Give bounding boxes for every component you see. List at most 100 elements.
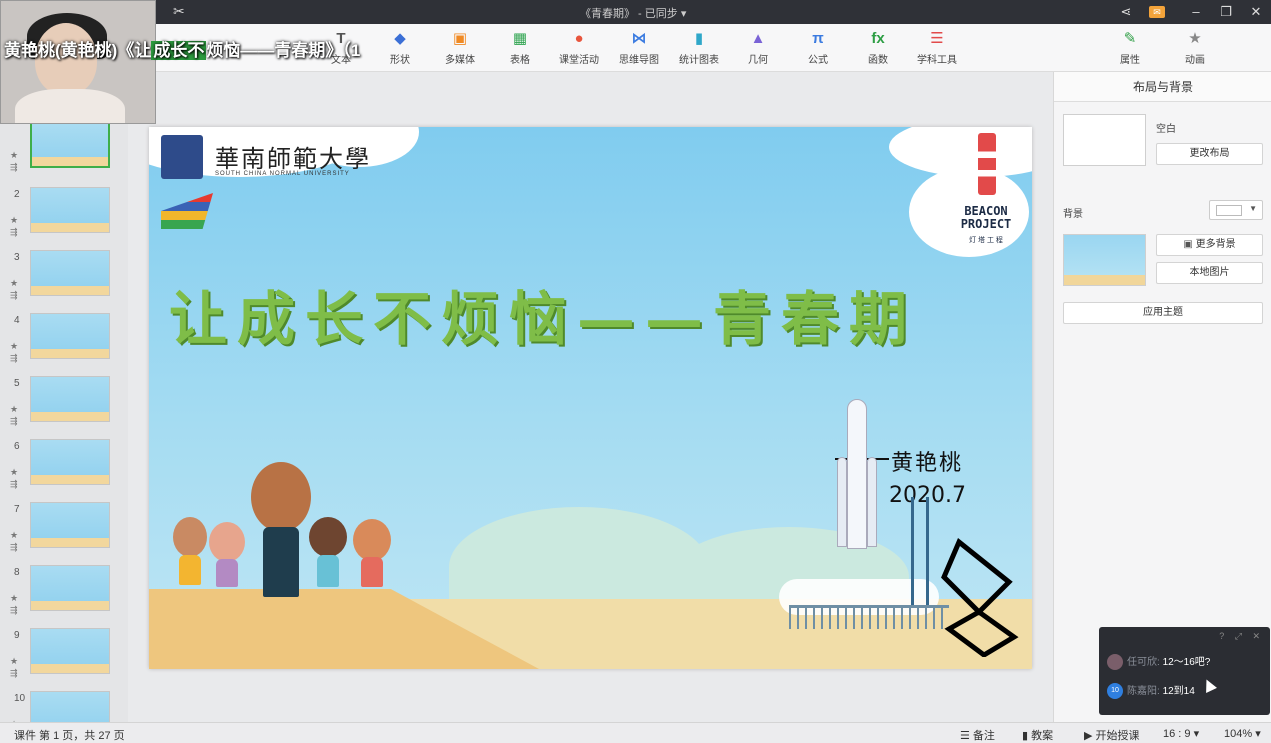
- beacon-line2: PROJECT: [960, 217, 1012, 231]
- ribbon-label: 课堂活动: [559, 55, 599, 66]
- chat-text: 12到14: [1162, 686, 1195, 697]
- ribbon-mindmap-button[interactable]: ⋈ 思维导图: [611, 30, 667, 66]
- background-color-picker[interactable]: ▼: [1209, 200, 1263, 220]
- slide-canvas[interactable]: 華南師範大學 SOUTH CHINA NORMAL UNIVERSITY BEA…: [149, 127, 1032, 669]
- teacher-figure: [251, 462, 311, 532]
- layout-name: 空白: [1156, 124, 1176, 135]
- color-swatch: [1216, 205, 1242, 216]
- slide-thumbnail-panel[interactable]: 1★⇶2★⇶3★⇶4★⇶5★⇶6★⇶7★⇶8★⇶9★⇶10★⇶: [0, 124, 128, 722]
- ribbon-label: 多媒体: [445, 55, 475, 66]
- webcam-caption: 黄艳桃(黄艳桃)《让 成长不 烦恼——青春期》（1: [4, 36, 360, 61]
- mail-icon[interactable]: ✉: [1149, 6, 1165, 18]
- thumbnail-preview: [30, 628, 110, 674]
- more-backgrounds-button[interactable]: ▣ 更多背景: [1156, 234, 1263, 256]
- scissors-icon[interactable]: ✂: [173, 3, 185, 20]
- slide-thumbnail[interactable]: 10★⇶: [0, 691, 128, 722]
- caption-prefix: 黄艳桃(黄艳桃)《让: [4, 41, 152, 60]
- slide-thumbnail[interactable]: 1★⇶: [0, 124, 128, 180]
- image-icon: ▣: [1183, 239, 1196, 250]
- ribbon-media-button[interactable]: ▣ 多媒体: [432, 30, 488, 66]
- caption-extra: 1: [350, 41, 361, 60]
- change-layout-button[interactable]: 更改布局: [1156, 143, 1263, 165]
- more-backgrounds-label: 更多背景: [1195, 239, 1236, 250]
- slide-thumbnail[interactable]: 8 ★ ⇶: [0, 565, 128, 623]
- slide-thumbnail[interactable]: 9 ★ ⇶: [0, 628, 128, 686]
- university-name: 華南師範大學: [215, 145, 371, 173]
- title-bar: ✂ 《青春期》 - 已同步 ▾ ⋖ ✉ – ❐ ✕: [0, 0, 1271, 24]
- ribbon-animation-button[interactable]: ★ 动画: [1167, 30, 1223, 66]
- ribbon-table-button[interactable]: ▦ 表格: [492, 30, 548, 66]
- ribbon-geometry-button[interactable]: ▲ 几何: [730, 30, 786, 66]
- university-logo-icon: [161, 135, 203, 179]
- ribbon-label: 公式: [808, 55, 828, 66]
- start-class-button[interactable]: ▶ 开始授课: [1084, 727, 1140, 743]
- slide-thumbnail[interactable]: 3 ★ ⇶: [0, 250, 128, 308]
- child-figure: [173, 517, 207, 557]
- zoom-select[interactable]: 104% ▾: [1224, 727, 1261, 740]
- brand-mark-icon: [941, 537, 1019, 657]
- webcam-video: [0, 0, 156, 124]
- ribbon-flag-logo-icon: [161, 193, 213, 229]
- media-icon: ▣: [452, 30, 468, 47]
- teacher-figure: [263, 527, 299, 597]
- launch-pad: [789, 605, 949, 629]
- ribbon-chart-button[interactable]: ▮ 统计图表: [671, 30, 727, 66]
- thumbnail-preview: [30, 439, 110, 485]
- ribbon-properties-button[interactable]: ✎ 属性: [1102, 30, 1158, 66]
- minimize-button[interactable]: –: [1184, 2, 1208, 22]
- background-label: 背景: [1063, 209, 1083, 220]
- author-name[interactable]: 黄艳桃: [891, 445, 963, 477]
- thumbnail-preview: [30, 187, 110, 233]
- beacon-cn-label: 灯 塔 工 程: [969, 237, 1003, 244]
- notes-button[interactable]: ☰ 备注: [960, 727, 995, 743]
- slide-title[interactable]: 让成长不烦恼——青春期: [169, 272, 979, 356]
- chat-window-controls[interactable]: ? ⤢ ✕: [1219, 631, 1264, 642]
- ribbon-label: 统计图表: [679, 55, 719, 66]
- slide-thumbnail[interactable]: 4 ★ ⇶: [0, 313, 128, 371]
- slide-thumbnail[interactable]: 6 ★ ⇶: [0, 439, 128, 497]
- ribbon-label: 学科工具: [917, 55, 957, 66]
- ribbon-function-button[interactable]: fx 函数: [850, 30, 906, 66]
- layout-preview[interactable]: [1063, 114, 1146, 166]
- document-title[interactable]: 《青春期》 - 已同步 ▾: [580, 5, 686, 21]
- slide-thumbnail[interactable]: 2 ★ ⇶: [0, 187, 128, 245]
- lesson-plan-button[interactable]: ▮ 教案: [1022, 727, 1053, 743]
- thumbnail-preview: [30, 313, 110, 359]
- start-class-label: 开始授课: [1095, 730, 1140, 742]
- ribbon-classroom-activity-button[interactable]: ● 课堂活动: [551, 30, 607, 66]
- thumbnail-preview: [30, 691, 110, 722]
- thumbnail-preview: [30, 376, 110, 422]
- subject-tools-icon: ☰: [930, 30, 944, 47]
- ribbon-label: 动画: [1185, 55, 1205, 66]
- ribbon-label: 思维导图: [619, 55, 659, 66]
- ribbon-shape-button[interactable]: ◆ 形状: [372, 30, 428, 66]
- geometry-icon: ▲: [750, 30, 766, 47]
- local-image-button[interactable]: 本地图片: [1156, 262, 1263, 284]
- restore-button[interactable]: ❐: [1214, 2, 1238, 22]
- background-preview[interactable]: [1063, 234, 1146, 286]
- animation-icon: ⇶: [10, 416, 18, 426]
- rocket-booster: [867, 457, 877, 547]
- share-icon[interactable]: ⋖: [1114, 2, 1138, 22]
- thumbnail-number: 3: [14, 252, 20, 263]
- chat-popup[interactable]: ? ⤢ ✕ 任可欣: 12～16吧? 10 陈嘉阳: 12到14: [1099, 627, 1270, 715]
- thumbnail-number: 7: [14, 504, 20, 515]
- thumbnail-preview: [30, 565, 110, 611]
- aspect-ratio-select[interactable]: 16 : 9 ▾: [1163, 727, 1199, 740]
- play-icon: ▶: [1084, 730, 1096, 742]
- launch-tower: [911, 497, 929, 607]
- star-icon: ★: [10, 215, 19, 225]
- child-figure: [179, 555, 201, 585]
- slide-thumbnail[interactable]: 5 ★ ⇶: [0, 376, 128, 434]
- slide-thumbnail[interactable]: 7 ★ ⇶: [0, 502, 128, 560]
- animation-icon: ⇶: [10, 353, 18, 363]
- child-figure: [317, 555, 339, 587]
- star-icon: ★: [10, 467, 19, 477]
- page-info: 课件 第 1 页，共 27 页: [14, 730, 125, 742]
- ribbon-label: 属性: [1120, 55, 1140, 66]
- close-button[interactable]: ✕: [1244, 2, 1268, 22]
- apply-theme-button[interactable]: 应用主题: [1063, 302, 1263, 324]
- ribbon-formula-button[interactable]: π 公式: [790, 30, 846, 66]
- ribbon-subject-tools-button[interactable]: ☰ 学科工具: [909, 30, 965, 66]
- avatar: [1107, 654, 1123, 671]
